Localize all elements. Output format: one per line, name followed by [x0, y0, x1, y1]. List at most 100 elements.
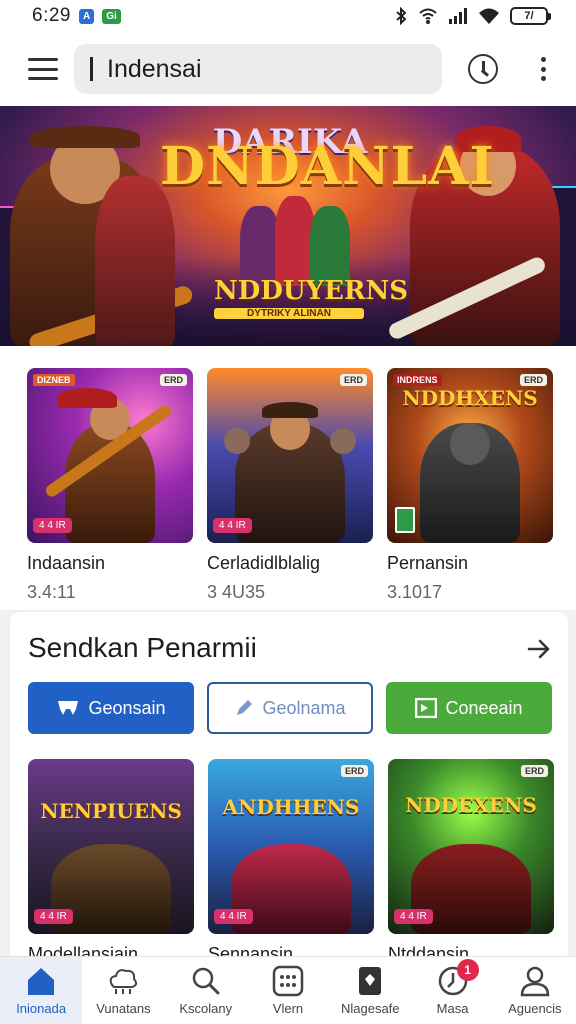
battery-icon: 7/ — [510, 7, 551, 25]
game-badge: 4 4 IR — [213, 518, 252, 533]
bluetooth-icon — [396, 7, 407, 25]
hero-tagline: DYTRIKY ALINAN — [214, 308, 364, 319]
game-card[interactable]: ERD 4 4 IR Cerladidlblalig 3 4U35 — [207, 368, 373, 603]
featured-games-row: DIZNEB ERD 4 4 IR Indaansin 3.4:11 ERD 4… — [0, 346, 576, 610]
character-turban — [57, 388, 117, 408]
recommended-section: Sendkan Penarmii Geonsain Geolnama Conee… — [10, 612, 568, 965]
game-card[interactable]: NENPIUENS 4 4 IR Modellansiain — [28, 759, 194, 965]
history-clock-icon[interactable] — [468, 54, 498, 84]
status-notification-badge-2: Gi — [102, 8, 121, 24]
game-card[interactable]: NDDEXENS ERD 4 4 IR Ntddansin — [388, 759, 554, 965]
nav-label: Inionada — [16, 1001, 67, 1016]
nav-label: Vlern — [272, 1001, 304, 1016]
character-head — [330, 428, 356, 454]
section-games-row: NENPIUENS 4 4 IR Modellansiain ANDHHENS … — [28, 759, 554, 965]
game-badge: 4 4 IR — [33, 518, 72, 533]
game-rating-tag: ERD — [339, 374, 367, 386]
search-icon — [192, 967, 220, 995]
game-name: Cerladidlblalig — [207, 553, 321, 573]
game-thumbnail: NENPIUENS 4 4 IR — [28, 759, 194, 934]
nav-label: Vunatans — [96, 1001, 151, 1016]
pencil-icon — [237, 700, 253, 715]
game-tag: DIZNEB — [33, 374, 75, 386]
nav-item-search[interactable]: Kscolany — [165, 957, 247, 1024]
hero-character-left-2 — [95, 176, 175, 346]
game-name: Pernansin — [387, 553, 469, 573]
nav-label: Nlagesafe — [340, 1001, 400, 1016]
game-thumbnail: ANDHHENS ERD 4 4 IR — [208, 759, 374, 934]
hero-small-character — [310, 206, 350, 286]
game-rating-tag: ERD — [520, 765, 548, 777]
chip-label: Coneeain — [445, 697, 523, 718]
filter-chips: Geonsain Geolnama Coneeain — [28, 682, 552, 734]
nav-item-vlern[interactable]: Vlern — [247, 957, 329, 1024]
hero-banner[interactable]: DARIKA DNDANLAI NDDUYERNS DYTRIKY ALINAN — [0, 106, 576, 346]
nav-item-vunatans[interactable]: Vunatans — [82, 957, 164, 1024]
search-input-value: Indensai — [107, 54, 202, 83]
game-thumbnail: ERD 4 4 IR — [207, 368, 373, 543]
game-rating-tag: ERD — [159, 374, 187, 386]
grid-icon — [272, 965, 304, 997]
character-helmet — [450, 423, 490, 465]
game-rating-tag: ERD — [519, 374, 547, 386]
game-meta: 3.4:11 — [27, 582, 76, 602]
chip-geolnama[interactable]: Geolnama — [207, 682, 373, 734]
game-card[interactable]: ANDHHENS ERD 4 4 IR Sennansin — [208, 759, 374, 965]
wifi-icon — [479, 8, 499, 24]
game-card[interactable]: DIZNEB ERD 4 4 IR Indaansin 3.4:11 — [27, 368, 193, 603]
game-tag: INDRENS — [393, 374, 442, 386]
game-badge: 4 4 IR — [214, 909, 253, 924]
character-head — [224, 428, 250, 454]
character-hat — [262, 402, 318, 418]
game-name: Indaansin — [27, 553, 106, 573]
nav-label: Aguencis — [508, 1001, 562, 1016]
nav-item-safe[interactable]: Nlagesafe — [329, 957, 411, 1024]
nav-label: Kscolany — [179, 1001, 233, 1016]
hero-subtitle: NDDUYERNS — [214, 276, 409, 306]
game-thumb-title: NENPIUENS — [40, 799, 182, 823]
status-bar: 6:29 A Gi 7/ — [0, 0, 576, 32]
age-rating-icon — [395, 507, 415, 533]
game-badge: 4 4 IR — [34, 909, 73, 924]
flag-icon — [415, 698, 438, 718]
section-title: Sendkan Penarmii — [28, 632, 257, 663]
game-thumbnail: NDDHXENS INDRENS ERD — [387, 368, 553, 543]
top-app-bar: Indensai — [0, 32, 576, 106]
nav-item-masa[interactable]: 1 Masa — [411, 957, 493, 1024]
game-badge: 4 4 IR — [394, 909, 433, 924]
nav-item-home[interactable]: Inionada — [0, 957, 83, 1024]
text-cursor — [90, 57, 93, 81]
bottom-navigation: Inionada Vunatans Kscolany Vlern Nlagesa… — [0, 956, 576, 1024]
chip-label: Geolnama — [262, 697, 346, 718]
nav-item-account[interactable]: Aguencis — [494, 957, 576, 1024]
game-card[interactable]: NDDHXENS INDRENS ERD Pernansin 3.1017 — [387, 368, 553, 603]
person-icon — [520, 966, 550, 997]
wifi-calling-icon — [419, 8, 437, 24]
signal-icon — [449, 8, 467, 24]
controller-icon — [58, 701, 79, 715]
shield-icon — [359, 967, 382, 995]
status-time: 6:29 — [32, 5, 71, 26]
cloud-group-icon — [110, 969, 138, 994]
hero-small-character — [275, 196, 315, 286]
home-icon — [28, 968, 55, 995]
game-thumb-title: NDDEXENS — [405, 793, 537, 817]
chip-coneeain[interactable]: Coneeain — [386, 682, 552, 734]
game-meta: 3.1017 — [387, 582, 443, 602]
status-notification-badge: A — [78, 8, 95, 24]
hero-title: DNDANLAI — [160, 136, 495, 197]
hero-character-hat — [30, 126, 140, 148]
game-thumb-title: ANDHHENS — [222, 795, 360, 819]
battery-level: 7/ — [524, 10, 534, 22]
game-thumb-title: NDDHXENS — [402, 386, 538, 410]
hamburger-menu-icon[interactable] — [28, 58, 58, 80]
game-thumbnail: DIZNEB ERD 4 4 IR — [27, 368, 193, 543]
more-options-icon[interactable] — [540, 57, 546, 81]
game-thumbnail: NDDEXENS ERD 4 4 IR — [388, 759, 554, 934]
chip-geonsain[interactable]: Geonsain — [28, 682, 194, 734]
arrow-right-icon[interactable] — [526, 636, 552, 662]
notification-badge: 1 — [456, 959, 479, 981]
nav-label: Masa — [436, 1001, 469, 1016]
game-meta: 3 4U35 — [207, 582, 266, 602]
search-input[interactable]: Indensai — [74, 44, 442, 94]
